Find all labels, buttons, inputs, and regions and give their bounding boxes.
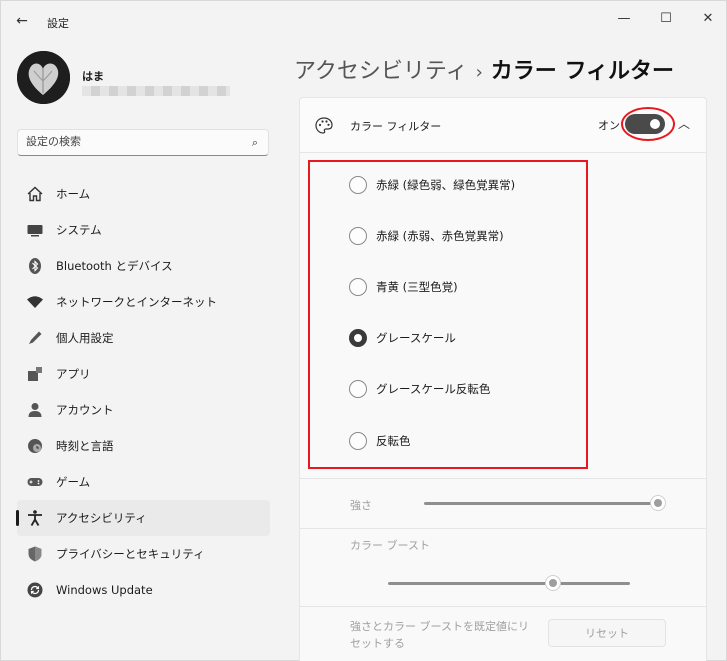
home-icon <box>25 184 45 204</box>
breadcrumb-separator-icon: › <box>475 62 483 83</box>
radio-label: 赤緑 (赤弱、赤色覚異常) <box>376 229 504 243</box>
system-icon <box>25 220 45 240</box>
shield-icon <box>25 544 45 564</box>
chevron-up-icon[interactable]: ︿ <box>678 115 690 132</box>
page-title: カラー フィルター <box>490 59 675 84</box>
sidebar-item-label: ホーム <box>56 187 91 201</box>
maximize-button[interactable]: ☐ <box>649 7 683 29</box>
radio-button-selected[interactable] <box>349 329 367 347</box>
sidebar-item-label: ネットワークとインターネット <box>56 295 217 309</box>
close-button[interactable]: ✕ <box>691 7 725 29</box>
radio-button[interactable] <box>349 432 367 450</box>
radio-label: 反転色 <box>376 434 411 448</box>
intensity-slider-track[interactable] <box>424 502 660 505</box>
radio-label: 青黄 (三型色覚) <box>376 280 458 294</box>
sidebar-item-gaming[interactable]: ゲーム <box>17 464 270 500</box>
radio-label: 赤緑 (緑色弱、緑色覚異常) <box>376 178 516 192</box>
radio-option-tritanopia[interactable]: 青黄 (三型色覚) <box>349 277 458 297</box>
sidebar-item-apps[interactable]: アプリ <box>17 356 270 392</box>
account-icon <box>25 400 45 420</box>
bluetooth-icon <box>25 256 45 276</box>
search-icon: ⌕ <box>251 136 258 149</box>
sidebar-item-time-language[interactable]: 時刻と言語 <box>17 428 270 464</box>
radio-option-inverted[interactable]: 反転色 <box>349 431 411 451</box>
sidebar-item-system[interactable]: システム <box>17 212 270 248</box>
wifi-icon <box>25 292 45 312</box>
toggle-state-label: オン <box>598 119 620 132</box>
search-box[interactable]: ⌕ <box>17 129 269 156</box>
color-filter-card[interactable]: カラー フィルター オン ︿ <box>299 97 707 153</box>
breadcrumb: アクセシビリティ › カラー フィルター <box>294 53 674 85</box>
radio-label: グレースケール <box>376 331 456 345</box>
color-boost-slider-track[interactable] <box>388 582 630 585</box>
intensity-label: 強さ <box>350 499 372 512</box>
minimize-icon: — <box>617 10 631 26</box>
sidebar-item-label: アカウント <box>56 403 114 417</box>
update-icon <box>25 580 45 600</box>
color-boost-card: カラー ブースト <box>299 529 707 607</box>
sidebar-item-label: Windows Update <box>56 583 153 597</box>
toggle-highlight-annotation <box>621 107 675 141</box>
avatar-image <box>17 51 70 104</box>
sidebar-item-personalization[interactable]: 個人用設定 <box>17 320 270 356</box>
radio-option-protanopia[interactable]: 赤緑 (赤弱、赤色覚異常) <box>349 226 504 246</box>
color-filter-label: カラー フィルター <box>350 120 442 133</box>
radio-label: グレースケール反転色 <box>376 382 491 396</box>
pen-icon <box>25 328 45 348</box>
search-input[interactable] <box>26 135 236 148</box>
sidebar-nav: ホーム システム Bluetooth とデバイス ネットワークとインターネット … <box>16 176 270 608</box>
clock-globe-icon <box>25 436 45 456</box>
avatar <box>17 51 70 104</box>
app-title: 設定 <box>47 17 69 30</box>
radio-option-grayscale-inverted[interactable]: グレースケール反転色 <box>349 379 490 399</box>
reset-card: 強さとカラー ブーストを既定値にリ セットする リセット <box>299 607 707 661</box>
reset-button[interactable]: リセット <box>548 619 666 647</box>
sidebar-item-bluetooth[interactable]: Bluetooth とデバイス <box>17 248 270 284</box>
user-email-redacted <box>82 86 230 96</box>
sidebar-item-label: アクセシビリティ <box>56 511 147 525</box>
reset-description-line1: 強さとカラー ブーストを既定値にリ <box>350 620 529 633</box>
arrow-left-icon: ← <box>16 13 28 29</box>
sidebar-item-accessibility[interactable]: アクセシビリティ <box>16 500 270 536</box>
color-boost-slider-thumb[interactable] <box>545 575 561 591</box>
close-icon: ✕ <box>702 10 714 26</box>
reset-description-line2: セットする <box>350 637 405 650</box>
sidebar-item-label: Bluetooth とデバイス <box>56 259 173 273</box>
title-bar: ← 設定 — ☐ ✕ <box>1 1 727 37</box>
sidebar-item-label: システム <box>56 223 102 237</box>
maximize-icon: ☐ <box>660 10 672 26</box>
sidebar-item-label: プライバシーとセキュリティ <box>56 547 205 561</box>
intensity-slider-thumb[interactable] <box>650 495 666 511</box>
radio-button[interactable] <box>349 380 367 398</box>
radio-button[interactable] <box>349 278 367 296</box>
radio-button[interactable] <box>349 227 367 245</box>
sidebar-item-label: 時刻と言語 <box>56 439 114 453</box>
color-boost-label: カラー ブースト <box>350 539 430 552</box>
apps-icon <box>25 364 45 384</box>
palette-icon <box>314 116 334 136</box>
settings-window: ← 設定 — ☐ ✕ はま ⌕ <box>0 0 727 661</box>
back-button[interactable]: ← <box>11 10 33 32</box>
sidebar-item-label: ゲーム <box>56 475 91 489</box>
sidebar-item-label: 個人用設定 <box>56 331 114 345</box>
user-name: はま <box>82 70 104 83</box>
sidebar-item-label: アプリ <box>56 367 91 381</box>
radio-button[interactable] <box>349 176 367 194</box>
gamepad-icon <box>25 472 45 492</box>
sidebar-item-network[interactable]: ネットワークとインターネット <box>17 284 270 320</box>
sidebar-item-home[interactable]: ホーム <box>17 176 270 212</box>
radio-option-grayscale[interactable]: グレースケール <box>349 328 456 348</box>
accessibility-icon <box>25 508 45 528</box>
options-highlight-annotation <box>308 160 588 469</box>
sidebar-item-privacy[interactable]: プライバシーとセキュリティ <box>17 536 270 572</box>
intensity-card: 強さ <box>299 479 707 529</box>
breadcrumb-parent[interactable]: アクセシビリティ <box>294 59 468 84</box>
minimize-button[interactable]: — <box>607 7 641 29</box>
radio-option-deuteranopia[interactable]: 赤緑 (緑色弱、緑色覚異常) <box>349 175 515 195</box>
sidebar-item-windows-update[interactable]: Windows Update <box>17 572 270 608</box>
sidebar-item-accounts[interactable]: アカウント <box>17 392 270 428</box>
